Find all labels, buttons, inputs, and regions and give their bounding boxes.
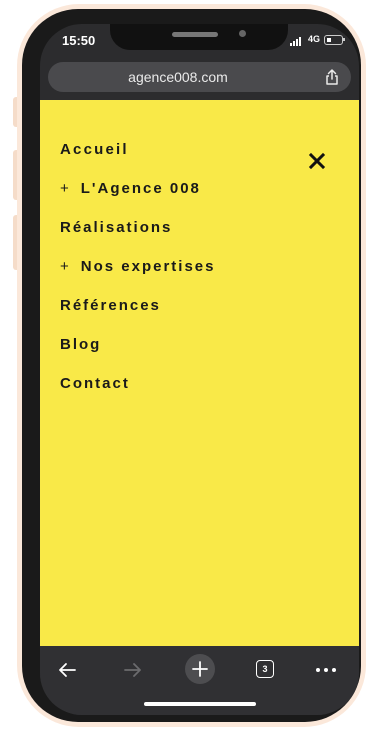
menu-item-r-f-rences[interactable]: Références [60,296,216,335]
forward-arrow-icon[interactable] [122,658,144,682]
menu-item-label: Références [60,297,161,314]
menu-item-accueil[interactable]: Accueil [60,140,216,179]
phone-screen: 15:50 4G agence008.com Accueil + L'Agence … [40,24,359,715]
notch [110,24,288,50]
menu-item-nos-expertises[interactable]: + Nos expertises [60,257,216,296]
menu-item-r-alisations[interactable]: Réalisations [60,218,216,257]
menu-item-label: Accueil [60,141,129,158]
battery-icon [324,35,343,45]
menu-item-label: Contact [60,375,130,392]
home-indicator [144,702,256,706]
front-camera [239,30,246,37]
status-bar: 15:50 4G [40,24,359,60]
speaker-grille [172,32,218,37]
plus-icon[interactable] [185,654,215,684]
back-arrow-icon[interactable] [56,658,78,682]
share-icon[interactable] [323,68,341,86]
close-icon[interactable] [308,152,326,170]
url-text[interactable]: agence008.com [48,62,308,92]
menu-item-contact[interactable]: Contact [60,374,216,413]
more-icon[interactable] [314,658,338,682]
expand-plus-icon[interactable]: + [60,179,69,199]
tab-count: 3 [256,660,274,678]
menu-item-label: Nos expertises [80,258,216,275]
network-type: 4G [308,34,321,44]
menu-item-blog[interactable]: Blog [60,335,216,374]
browser-toolbar: 3 [40,646,359,715]
nav-menu: Accueil + L'Agence 008 Réalisations + Nos exp… [60,140,216,413]
battery-tip [343,38,345,41]
menu-item-label: L'Agence 008 [80,180,201,197]
status-time: 15:50 [62,33,96,48]
expand-plus-icon[interactable]: + [60,257,69,277]
address-bar[interactable]: agence008.com [48,62,351,92]
menu-item-label: Blog [60,336,102,353]
menu-item-label: Réalisations [60,219,173,236]
tabs-icon[interactable]: 3 [255,659,275,679]
signal-icon [290,37,301,46]
menu-item-l-agence-008[interactable]: + L'Agence 008 [60,179,216,218]
